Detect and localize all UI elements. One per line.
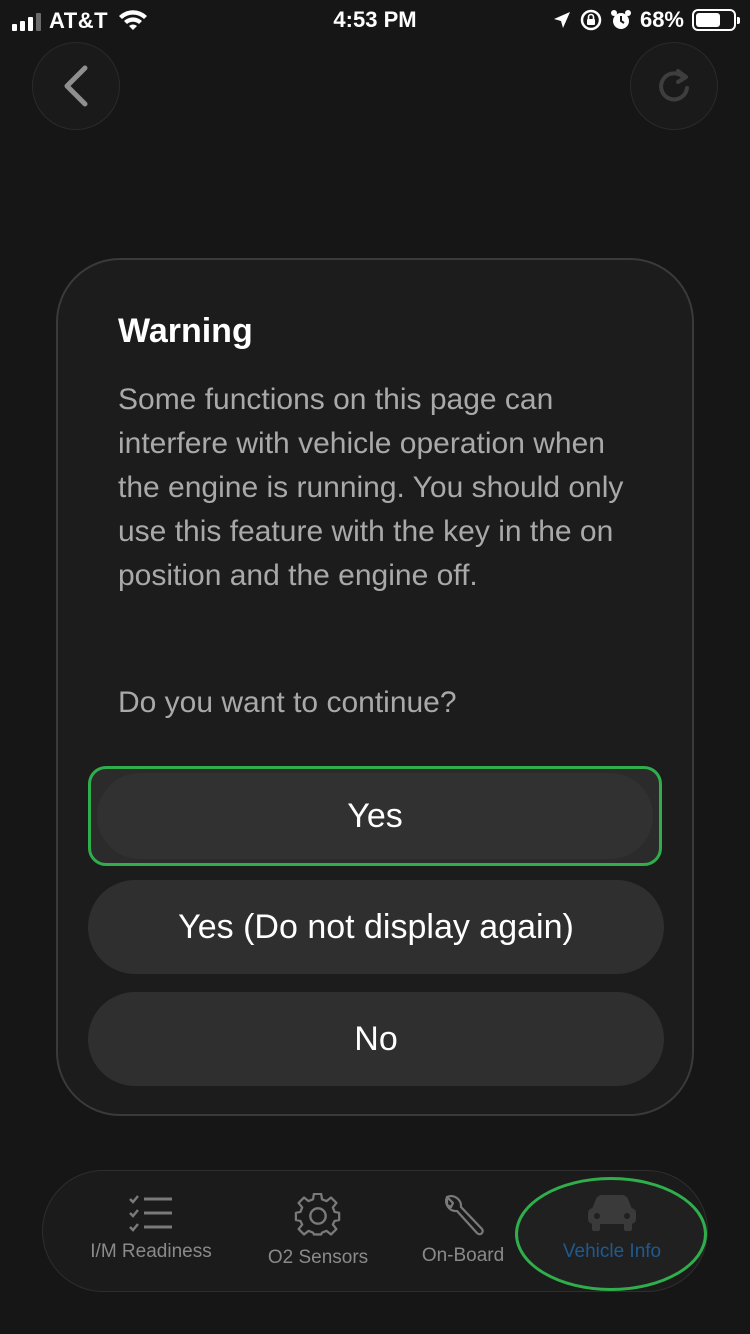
orientation-lock-icon [580, 9, 602, 31]
tab-label: I/M Readiness [90, 1241, 212, 1262]
tab-label: On-Board [421, 1245, 505, 1266]
refresh-button[interactable] [630, 42, 718, 130]
back-button[interactable] [32, 42, 120, 130]
car-icon [588, 1195, 636, 1231]
status-bar: AT&T 4:53 PM 68% [0, 0, 750, 40]
battery-percent: 68% [639, 7, 684, 32]
yes-button[interactable]: Yes [88, 766, 662, 866]
tab-label: Vehicle Info [562, 1241, 662, 1262]
dialog-question: Do you want to continue? [118, 686, 457, 719]
tab-o2-sensors[interactable]: O2 Sensors [243, 1171, 393, 1291]
location-icon [553, 12, 570, 28]
yes-button-label: Yes [97, 773, 653, 859]
refresh-icon [659, 69, 689, 102]
dialog-message: Some functions on this page can interfer… [118, 383, 624, 592]
tab-bar: I/M Readiness O2 Sensors On-Board Vehicl… [42, 1170, 708, 1292]
chevron-left-icon [64, 65, 88, 107]
yes-do-not-display-again-button[interactable]: Yes (Do not display again) [88, 880, 664, 974]
alarm-icon [610, 10, 631, 29]
no-button[interactable]: No [88, 992, 664, 1086]
tab-im-readiness[interactable]: I/M Readiness [71, 1171, 231, 1291]
status-right: 68% [552, 7, 740, 33]
tab-label: O2 Sensors [267, 1247, 369, 1268]
battery-icon [692, 9, 740, 31]
battery-level [696, 13, 721, 27]
tab-vehicle-info[interactable]: Vehicle Info [523, 1171, 701, 1291]
tab-on-board[interactable]: On-Board [403, 1171, 523, 1291]
wrench-icon [445, 1195, 484, 1236]
gear-icon [294, 1193, 341, 1236]
dialog-title: Warning [118, 312, 253, 350]
warning-dialog: Warning Some functions on this page can … [56, 258, 694, 1116]
checklist-icon [129, 1195, 172, 1232]
